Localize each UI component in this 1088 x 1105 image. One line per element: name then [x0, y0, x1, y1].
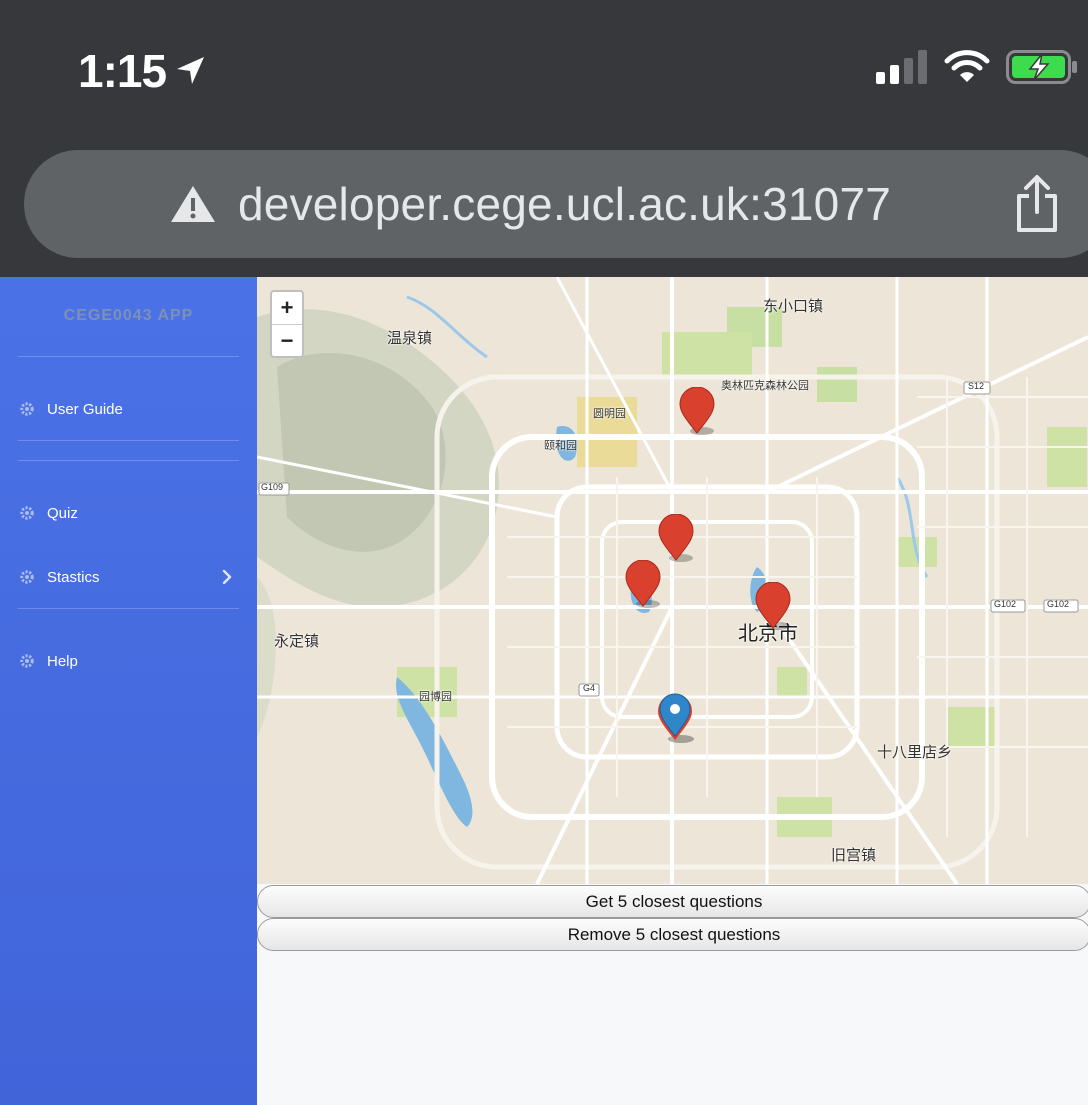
- road-shield-label: S12: [968, 381, 985, 391]
- zoom-in-button[interactable]: +: [272, 292, 302, 324]
- road-shield-label: G4: [583, 683, 596, 693]
- map-tiles: [257, 277, 1088, 884]
- time-text: 1:15: [78, 45, 167, 97]
- map-label: 奥林匹克森林公园: [721, 380, 809, 392]
- sidebar-divider: [18, 460, 239, 461]
- battery-charging-icon: [1006, 50, 1077, 84]
- remove-closest-questions-button[interactable]: Remove 5 closest questions: [257, 918, 1088, 951]
- road-shield-label: G102: [994, 599, 1017, 609]
- map-label: 园博园: [419, 691, 452, 703]
- zoom-out-button[interactable]: −: [272, 324, 302, 357]
- sidebar: CEGE0043 APP User Guide Quiz Stastics He…: [0, 277, 257, 1105]
- sidebar-item-user-guide[interactable]: User Guide: [0, 389, 257, 429]
- map-label: 旧宫镇: [831, 847, 877, 864]
- sidebar-divider: [18, 356, 239, 357]
- gear-icon: [20, 570, 34, 584]
- location-arrow-icon: [177, 57, 205, 84]
- map-label: 温泉镇: [387, 330, 433, 347]
- map-label: 永定镇: [274, 633, 320, 650]
- map-label: 十八里店乡: [877, 744, 953, 761]
- gear-icon: [20, 402, 34, 416]
- app-brand[interactable]: CEGE0043 APP: [0, 307, 257, 325]
- sidebar-item-stastics[interactable]: Stastics: [0, 557, 257, 597]
- road-shield-label: G109: [261, 482, 284, 492]
- map-label: 颐和园: [544, 440, 577, 452]
- get-closest-questions-button[interactable]: Get 5 closest questions: [257, 885, 1088, 918]
- sidebar-item-label: Quiz: [47, 504, 78, 522]
- sidebar-item-label: Stastics: [47, 568, 100, 586]
- map-view[interactable]: 东小口镇 温泉镇 奥林匹克森林公园 颐和园 圆明园 北京市 永定镇 园博园 十八…: [257, 277, 1088, 884]
- question-marker[interactable]: [678, 387, 716, 435]
- sidebar-item-label: Help: [47, 652, 78, 670]
- url-text: developer.cege.ucl.ac.uk:31077: [238, 178, 892, 230]
- question-marker[interactable]: [754, 582, 792, 630]
- road-shield-label: G102: [1047, 599, 1070, 609]
- cellular-signal-icon: [876, 50, 927, 84]
- zoom-control: + −: [270, 290, 304, 358]
- chevron-right-icon: [222, 570, 232, 584]
- status-icons: [876, 50, 1078, 84]
- user-location-marker[interactable]: [655, 692, 697, 744]
- map-label: 东小口镇: [763, 298, 824, 315]
- map-label: 圆明园: [593, 408, 626, 420]
- question-marker[interactable]: [657, 514, 695, 562]
- wifi-icon: [944, 50, 990, 82]
- gear-icon: [20, 654, 34, 668]
- sidebar-item-help[interactable]: Help: [0, 641, 257, 681]
- browser-chrome: 1:15 developer.cege.ucl.ac.uk:31077: [0, 0, 1088, 277]
- warning-icon: [171, 186, 215, 222]
- question-marker[interactable]: [624, 560, 662, 608]
- content-area: [257, 951, 1088, 1105]
- address-bar[interactable]: developer.cege.ucl.ac.uk:31077: [24, 150, 1088, 258]
- sidebar-item-label: User Guide: [47, 400, 123, 418]
- sidebar-item-quiz[interactable]: Quiz: [0, 493, 257, 533]
- sidebar-divider: [18, 440, 239, 441]
- status-clock: 1:15: [78, 44, 206, 98]
- gear-icon: [20, 506, 34, 520]
- share-icon[interactable]: [1014, 174, 1060, 234]
- sidebar-divider: [18, 608, 239, 609]
